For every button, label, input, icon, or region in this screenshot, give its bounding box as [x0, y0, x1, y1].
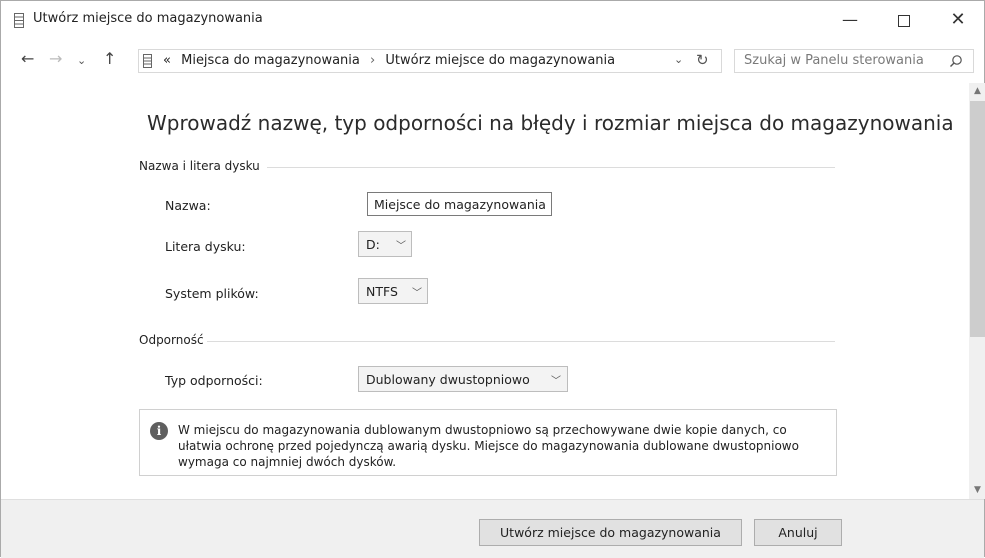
- breadcrumb-separator[interactable]: ›: [370, 53, 375, 68]
- button-bar: Utwórz miejsce do magazynowania Anuluj: [1, 499, 984, 558]
- search-box[interactable]: Szukaj w Panelu sterowania: [734, 49, 974, 73]
- name-label: Nazwa:: [165, 198, 211, 213]
- navigation-bar: ← → ⌄ ↑ « Miejsca do magazynowania › Utw…: [1, 39, 984, 83]
- breadcrumb-item[interactable]: Miejsca do magazynowania: [181, 53, 360, 68]
- maximize-icon: [898, 14, 910, 27]
- cancel-button[interactable]: Anuluj: [754, 519, 842, 546]
- close-button[interactable]: ✕: [935, 1, 981, 39]
- breadcrumb: « Miejsca do magazynowania › Utwórz miej…: [163, 53, 615, 68]
- file-system-label: System plików:: [165, 286, 259, 301]
- create-storage-space-button[interactable]: Utwórz miejsce do magazynowania: [479, 519, 742, 546]
- name-field[interactable]: [367, 192, 552, 216]
- back-button[interactable]: ←: [21, 49, 34, 68]
- window: Utwórz miejsce do magazynowania — ✕ ← → …: [0, 0, 985, 558]
- scroll-up-button[interactable]: ▲: [969, 83, 985, 100]
- group-label-resiliency: Odporność: [139, 333, 204, 347]
- info-icon: i: [150, 422, 168, 440]
- file-system-value: NTFS: [366, 284, 398, 299]
- chevron-down-icon: ﹀: [412, 288, 422, 299]
- chevron-down-icon: ﹀: [396, 241, 406, 252]
- divider: [207, 341, 835, 342]
- title-bar[interactable]: Utwórz miejsce do magazynowania — ✕: [1, 1, 984, 39]
- address-dropdown-button[interactable]: ⌄: [674, 53, 683, 66]
- resiliency-type-label: Typ odporności:: [165, 373, 263, 388]
- vertical-scrollbar[interactable]: ▲ ▼: [969, 83, 985, 499]
- file-system-select[interactable]: NTFS ﹀: [358, 278, 428, 304]
- drive-letter-select[interactable]: D: ﹀: [358, 231, 412, 257]
- resiliency-type-value: Dublowany dwustopniowo: [366, 372, 530, 387]
- window-title: Utwórz miejsce do magazynowania: [33, 11, 263, 26]
- drive-letter-label: Litera dysku:: [165, 239, 246, 254]
- resiliency-type-select[interactable]: Dublowany dwustopniowo ﹀: [358, 366, 568, 392]
- breadcrumb-overflow[interactable]: «: [163, 53, 171, 68]
- search-input[interactable]: Szukaj w Panelu sterowania: [744, 53, 924, 68]
- up-button[interactable]: ↑: [103, 49, 116, 68]
- storage-icon: [14, 13, 24, 28]
- scroll-down-button[interactable]: ▼: [969, 482, 985, 499]
- scrollbar-thumb[interactable]: [970, 101, 985, 337]
- chevron-down-icon: ﹀: [551, 376, 561, 387]
- storage-icon: [143, 54, 152, 68]
- address-bar[interactable]: « Miejsca do magazynowania › Utwórz miej…: [138, 49, 722, 73]
- minimize-button[interactable]: —: [827, 1, 873, 39]
- search-icon[interactable]: [949, 54, 963, 68]
- recent-locations-button[interactable]: ⌄: [77, 54, 86, 67]
- divider: [267, 167, 835, 168]
- breadcrumb-item[interactable]: Utwórz miejsce do magazynowania: [385, 53, 615, 68]
- page-title: Wprowadź nazwę, typ odporności na błędy …: [147, 111, 954, 135]
- forward-button[interactable]: →: [49, 49, 62, 68]
- group-label-name-and-letter: Nazwa i litera dysku: [139, 159, 260, 173]
- maximize-button[interactable]: [881, 1, 927, 39]
- refresh-button[interactable]: ↻: [696, 51, 709, 69]
- drive-letter-value: D:: [366, 237, 380, 252]
- info-box: i W miejscu do magazynowania dublowanym …: [139, 409, 837, 476]
- info-text: W miejscu do magazynowania dublowanym dw…: [178, 423, 799, 469]
- main-content: Wprowadź nazwę, typ odporności na błędy …: [1, 83, 969, 499]
